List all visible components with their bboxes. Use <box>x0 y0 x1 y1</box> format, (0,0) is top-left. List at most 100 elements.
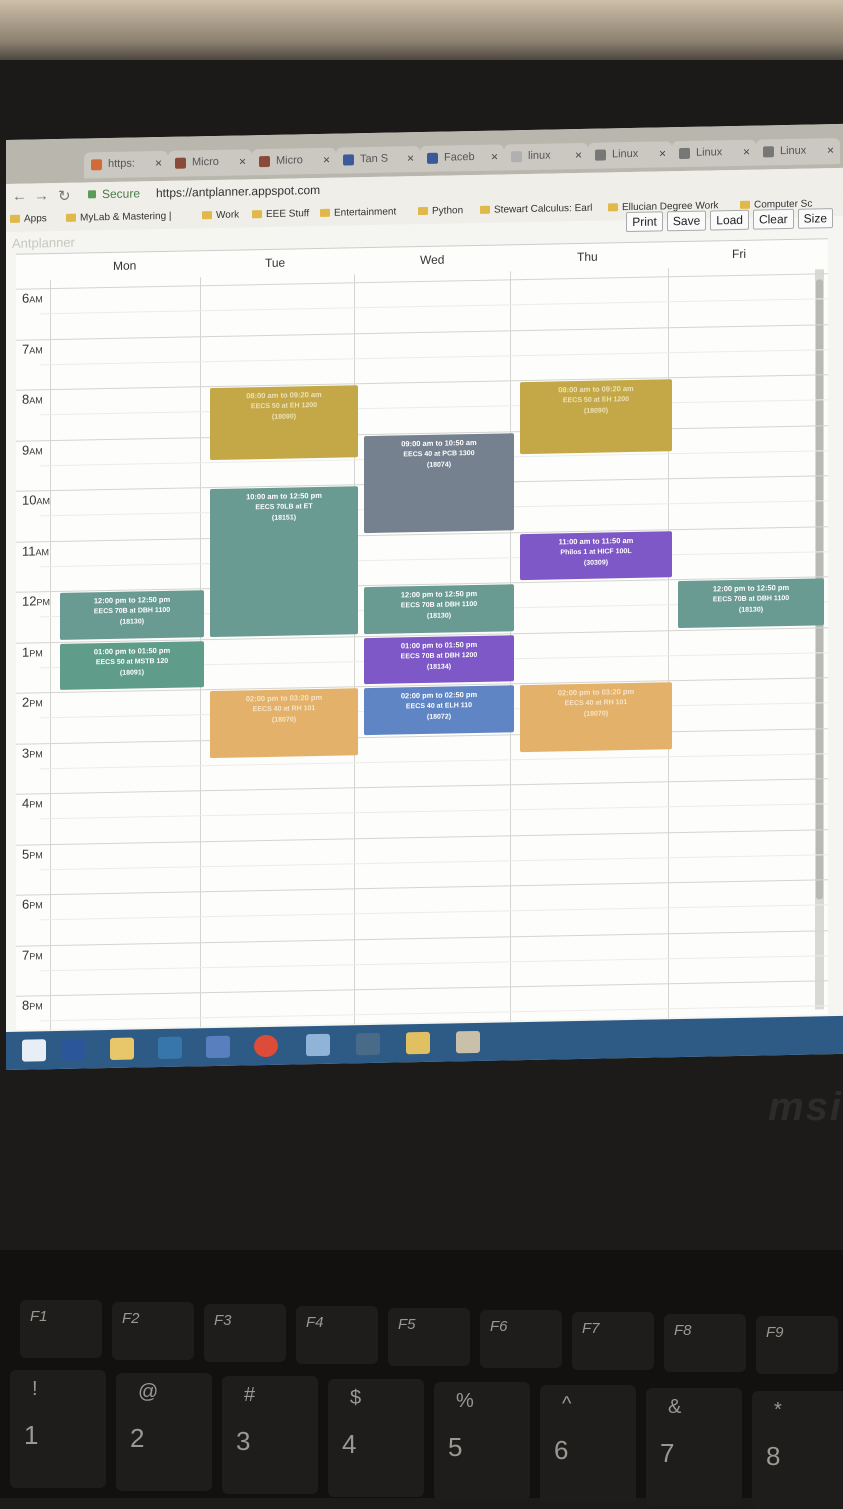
bookmark-item[interactable]: Entertainment <box>320 207 396 219</box>
event-code: (18070) <box>271 716 297 724</box>
file-explorer-icon[interactable] <box>110 1037 134 1061</box>
browser-tab[interactable]: Linux × <box>756 137 840 166</box>
python-icon[interactable] <box>158 1036 182 1060</box>
tab-close-icon[interactable]: × <box>659 146 666 160</box>
function-key[interactable]: F5 <box>388 1308 470 1366</box>
function-key[interactable]: F2 <box>112 1302 194 1360</box>
tab-title: Micro <box>192 155 219 169</box>
number-key[interactable]: % 5 <box>434 1382 530 1500</box>
maps-icon[interactable] <box>406 1031 430 1055</box>
paint-icon[interactable] <box>456 1030 480 1054</box>
hour-label: 10AM <box>22 492 50 508</box>
print-button[interactable]: Print <box>626 211 663 233</box>
event-code: (18130) <box>119 618 145 626</box>
reload-icon[interactable]: ↻ <box>58 187 71 205</box>
course-event[interactable]: 08:00 am to 09:20 am EECS 50 at EH 1200 (1… <box>210 385 358 460</box>
course-event[interactable]: 11:00 am to 11:50 am Philos 1 at HICF 100… <box>520 530 672 581</box>
forward-icon[interactable]: → <box>34 187 49 204</box>
number-key[interactable]: #3 <box>222 1376 318 1494</box>
word-icon[interactable] <box>62 1038 86 1061</box>
tab-close-icon[interactable]: × <box>323 153 330 167</box>
number-key[interactable]: & 7 <box>646 1388 742 1506</box>
browser-tab[interactable]: Linux × <box>588 141 672 169</box>
course-event[interactable]: 12:00 pm to 12:50 pm EECS 70B at DBH 1100… <box>60 590 204 640</box>
browser-tab[interactable]: Linux × <box>672 139 756 168</box>
tab-close-icon[interactable]: × <box>155 156 162 170</box>
bookmark-item[interactable]: EEE Stuff <box>252 208 309 220</box>
bookmark-label: EEE Stuff <box>266 208 310 221</box>
tab-close-icon[interactable]: × <box>407 151 414 165</box>
function-key[interactable]: F7 <box>572 1312 654 1370</box>
function-key[interactable]: F3 <box>204 1304 286 1362</box>
tab-close-icon[interactable]: × <box>743 145 750 159</box>
number-key[interactable]: * 8 <box>752 1391 843 1509</box>
calendar-scrollbar[interactable] <box>815 269 824 1010</box>
half-hour-gridline <box>40 954 828 972</box>
function-key[interactable]: F8 <box>664 1314 746 1372</box>
url-input[interactable]: https://antplanner.appspot.com <box>156 183 320 200</box>
antplanner-page: Antplanner Print Save Load Clear Size Mon Tue… <box>6 208 843 1032</box>
course-event[interactable]: 01:00 pm to 01:50 pm EECS 70B at DBH 1200… <box>364 634 514 685</box>
hour-gridline <box>16 323 828 341</box>
browser-tab[interactable]: Micro × <box>168 149 252 177</box>
key-symbol: & <box>668 1396 682 1418</box>
bookmark-item[interactable]: Stewart Calculus: Earl <box>480 203 592 216</box>
windows-start-icon[interactable] <box>22 1039 46 1062</box>
course-event[interactable]: 02:00 pm to 03:20 pm EECS 40 at RH 101 (18… <box>520 682 672 752</box>
bookmark-folder-icon <box>10 215 20 224</box>
chrome-icon[interactable] <box>254 1034 278 1058</box>
clear-button[interactable]: Clear <box>752 208 794 230</box>
function-key[interactable]: F6 <box>480 1310 562 1368</box>
number-key[interactable]: ^ 6 <box>540 1385 636 1503</box>
bookmark-label: Work <box>216 209 240 221</box>
hour-label: 5PM <box>22 846 43 861</box>
browser-tab[interactable]: Tan S × <box>336 146 420 174</box>
bookmark-item[interactable]: MyLab & Mastering | <box>66 211 172 224</box>
number-key[interactable]: @2 <box>116 1373 212 1491</box>
hour-number: 10 <box>22 492 37 508</box>
course-event[interactable]: 01:00 pm to 01:50 pm EECS 50 at MSTB 120(… <box>60 640 204 690</box>
half-hour-gridline <box>40 803 828 820</box>
hour-label: 8PM <box>22 997 43 1013</box>
event-code: (18090) <box>583 407 609 415</box>
course-event[interactable]: 02:00 pm to 02:50 pm EECS 40 at ELH 110 (1… <box>364 685 514 735</box>
tab-close-icon[interactable]: × <box>239 154 246 168</box>
bookmark-item[interactable]: Apps <box>10 213 47 225</box>
half-hour-gridline <box>40 399 828 416</box>
bookmark-item[interactable]: Work <box>202 210 239 222</box>
back-icon[interactable]: ← <box>12 188 27 205</box>
tab-title: https: <box>108 157 135 171</box>
key-symbol: # <box>244 1384 256 1406</box>
course-event[interactable]: 12:00 pm to 12:50 pm EECS 70B at DBH 1100… <box>678 578 824 628</box>
number-key[interactable]: $4 <box>328 1379 424 1497</box>
hour-period: AM <box>29 294 43 305</box>
load-button[interactable]: Load <box>710 209 749 231</box>
hour-label: 6PM <box>22 896 43 912</box>
course-event[interactable]: 12:00 pm to 12:50 pm EECS 70B at DBH 1100… <box>364 584 514 634</box>
tab-favicon-icon <box>91 159 102 171</box>
photos-icon[interactable] <box>356 1032 380 1056</box>
course-event[interactable]: 09:00 am to 10:50 am EECS 40 at PCB 1300(… <box>364 432 514 533</box>
browser-tab[interactable]: Micro × <box>252 147 336 176</box>
browser-tab[interactable]: https: × <box>84 150 168 179</box>
browser-tab[interactable]: Faceb × <box>420 144 504 173</box>
size-button[interactable]: Size <box>797 208 833 229</box>
day-header: Thu <box>577 249 598 265</box>
tab-close-icon[interactable]: × <box>491 150 498 164</box>
browser-tab[interactable]: linux × <box>504 142 588 171</box>
course-event[interactable]: 02:00 pm to 03:20 pm EECS 40 at RH 101 (18… <box>210 688 358 758</box>
app-icon[interactable] <box>306 1033 330 1057</box>
course-event[interactable]: 10:00 am to 12:50 pm EECS 70LB at ET (1815… <box>210 486 358 637</box>
event-code: (18070) <box>583 710 609 718</box>
function-key[interactable]: F1 <box>20 1300 102 1358</box>
tab-close-icon[interactable]: × <box>575 148 582 162</box>
save-button[interactable]: Save <box>666 210 707 232</box>
network-icon[interactable] <box>206 1035 230 1059</box>
tab-title: Linux <box>696 146 723 159</box>
course-event[interactable]: 08:00 am to 09:20 am EECS 50 at EH 1200 (1… <box>520 379 672 454</box>
tab-close-icon[interactable]: × <box>827 143 834 157</box>
bookmark-item[interactable]: Python <box>418 205 463 217</box>
number-key[interactable]: ! 1 <box>10 1370 106 1488</box>
function-key[interactable]: F9 <box>756 1316 838 1374</box>
function-key[interactable]: F4 <box>296 1306 378 1364</box>
